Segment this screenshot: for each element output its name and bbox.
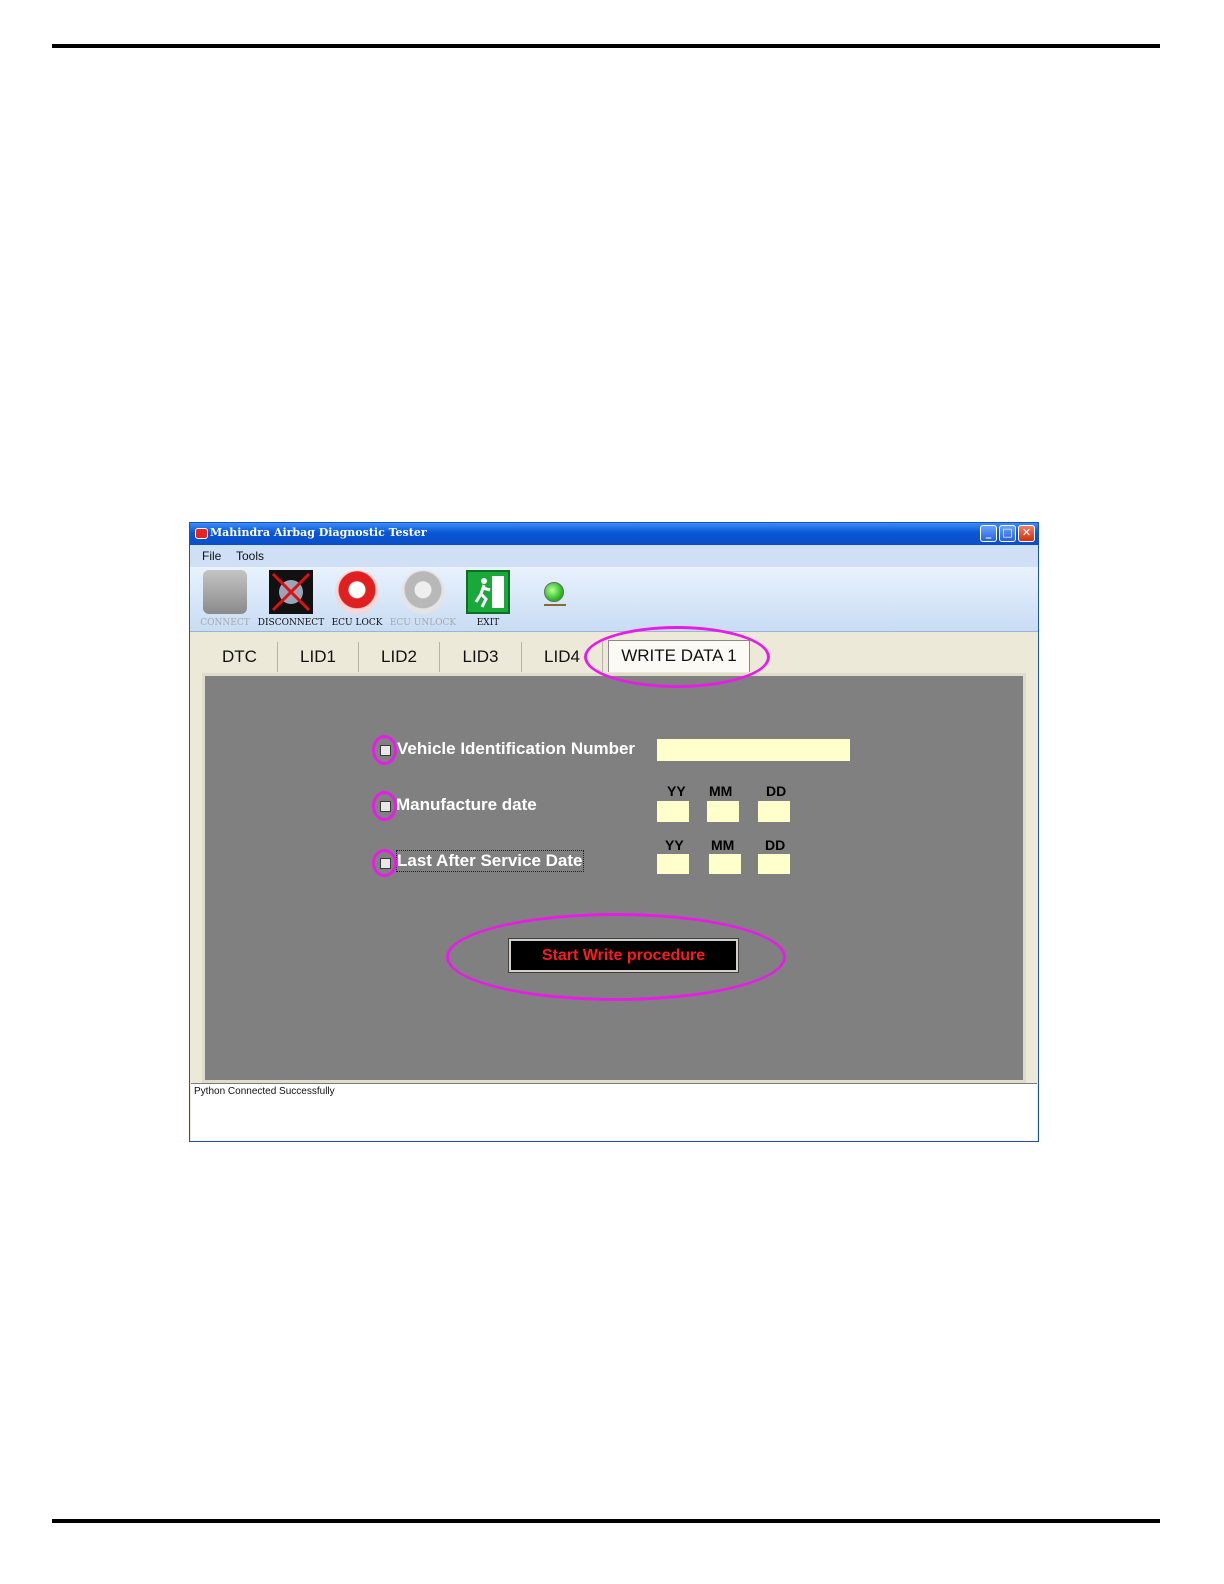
- mfg-mm-input[interactable]: [707, 801, 739, 822]
- connect-label: CONNECT: [200, 618, 250, 628]
- manufacture-date-checkbox[interactable]: [380, 801, 391, 812]
- close-button[interactable]: ✕: [1018, 525, 1035, 542]
- tab-lid2[interactable]: LID2: [359, 642, 440, 672]
- app-logo-icon: [195, 528, 208, 539]
- connect-button[interactable]: CONNECT: [190, 570, 252, 630]
- minimize-button[interactable]: _: [980, 525, 997, 542]
- lock-icon: [335, 570, 379, 614]
- tab-strip: DTC LID1 LID2 LID3 LID4 WRITE DATA 1: [202, 640, 1026, 672]
- maximize-button[interactable]: □: [999, 525, 1016, 542]
- tab-dtc[interactable]: DTC: [202, 642, 278, 672]
- vin-label: Vehicle Identification Number: [397, 739, 636, 758]
- unplug-icon: [269, 570, 313, 614]
- svc-dd-header: DD: [765, 837, 786, 853]
- tab-lid4[interactable]: LID4: [522, 642, 603, 672]
- disconnect-cross-icon: [271, 572, 311, 612]
- svc-dd-input[interactable]: [758, 854, 790, 874]
- ecu-unlock-label: ECU UNLOCK: [389, 618, 457, 628]
- status-log: Python Connected Successfully: [191, 1083, 1037, 1141]
- disconnect-button[interactable]: DISCONNECT: [256, 570, 324, 630]
- disconnect-label: DISCONNECT: [257, 618, 325, 628]
- ecu-lock-label: ECU LOCK: [331, 618, 383, 628]
- tab-lid3[interactable]: LID3: [440, 642, 522, 672]
- page-top-rule: [52, 44, 1160, 48]
- exit-button[interactable]: EXIT: [453, 570, 515, 630]
- menu-bar: File Tools: [190, 545, 1038, 567]
- running-man-icon: [474, 576, 504, 608]
- app-window: Mahindra Airbag Diagnostic Tester _ □ ✕ …: [189, 522, 1039, 1142]
- vin-checkbox[interactable]: [380, 745, 391, 756]
- exit-label: EXIT: [476, 618, 500, 628]
- exit-door-icon: [466, 570, 510, 614]
- tab-write-data-1[interactable]: WRITE DATA 1: [608, 640, 750, 672]
- service-date-label: Last After Service Date: [396, 850, 584, 872]
- svc-mm-header: MM: [711, 837, 735, 853]
- unlock-icon: [401, 570, 445, 614]
- ecu-lock-button[interactable]: ECU LOCK: [322, 570, 384, 630]
- svc-mm-input[interactable]: [709, 854, 741, 874]
- mfg-yy-header: YY: [667, 783, 686, 799]
- toolbar: CONNECT DISCONNECT ECU LOCK ECU UNLOCK E…: [190, 567, 1038, 632]
- mfg-mm-header: MM: [709, 783, 733, 799]
- plug-icon: [203, 570, 247, 614]
- mfg-dd-header: DD: [766, 783, 787, 799]
- mfg-dd-input[interactable]: [758, 801, 790, 822]
- service-date-checkbox[interactable]: [380, 858, 391, 869]
- mfg-yy-input[interactable]: [657, 801, 689, 822]
- page-bottom-rule: [52, 1519, 1160, 1523]
- ecu-unlock-button[interactable]: ECU UNLOCK: [388, 570, 456, 630]
- connection-status-led-icon: [544, 582, 564, 602]
- status-message: Python Connected Successfully: [194, 1086, 335, 1097]
- write-data-panel: Vehicle Identification Number YY MM DD M…: [202, 673, 1026, 1083]
- vin-input[interactable]: [657, 739, 850, 761]
- window-title: Mahindra Airbag Diagnostic Tester: [210, 526, 427, 539]
- tab-lid1[interactable]: LID1: [278, 642, 359, 672]
- svc-yy-input[interactable]: [657, 854, 689, 874]
- status-led-base: [544, 604, 566, 606]
- svc-yy-header: YY: [665, 837, 684, 853]
- menu-tools[interactable]: Tools: [236, 549, 264, 563]
- manufacture-date-label: Manufacture date: [396, 795, 537, 814]
- title-bar[interactable]: Mahindra Airbag Diagnostic Tester _ □ ✕: [190, 523, 1038, 545]
- menu-file[interactable]: File: [202, 549, 221, 563]
- start-write-procedure-button[interactable]: Start Write procedure: [508, 938, 739, 973]
